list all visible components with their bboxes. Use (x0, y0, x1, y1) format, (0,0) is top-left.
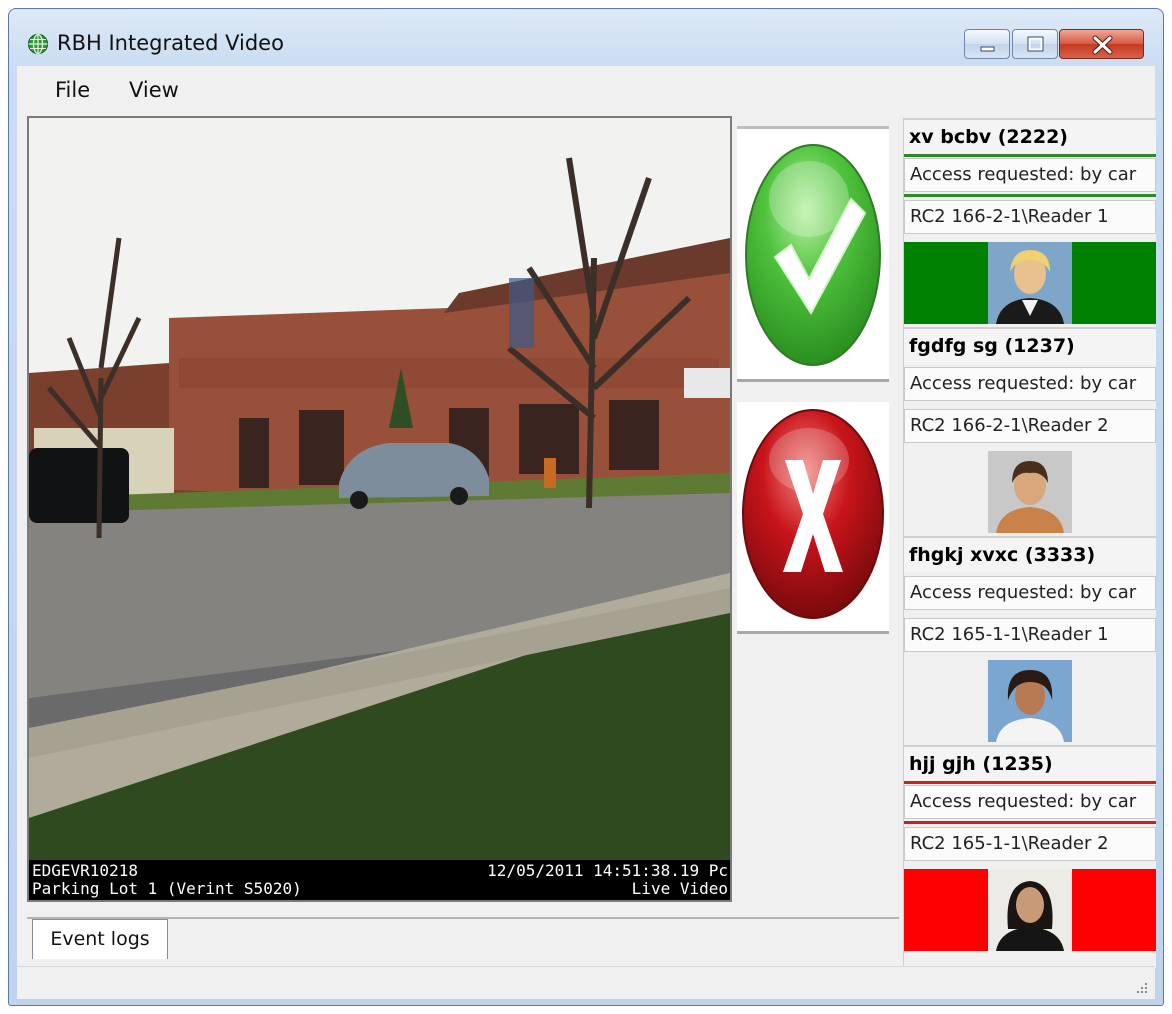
event-entry[interactable]: fgdfg sg (1237) Access requested: by car… (904, 327, 1156, 536)
live-video-label: Live Video (631, 879, 728, 898)
minimize-icon (980, 46, 995, 52)
tab-event-logs[interactable]: Event logs (32, 919, 168, 959)
reject-button[interactable] (737, 402, 889, 634)
access-request-text: Access requested: by car (904, 576, 1156, 610)
reader-name: RC2 165-1-1\Reader 1 (904, 618, 1156, 652)
window-title: RBH Integrated Video (57, 31, 284, 55)
decision-panel (737, 126, 889, 636)
cardholder-name: hjj gjh (1235) (904, 745, 1156, 781)
video-overlay: EDGEVR10218 Parking Lot 1 (Verint S5020)… (29, 860, 730, 900)
cardholder-photo (988, 660, 1072, 742)
cardholder-name: fhgkj xvxc (3333) (904, 536, 1156, 572)
status-line (904, 194, 1156, 197)
status-bar (17, 966, 1155, 999)
reader-name: RC2 166-2-1\Reader 2 (904, 409, 1156, 443)
access-request-text: Access requested: by car (904, 367, 1156, 401)
menu-file[interactable]: File (55, 78, 90, 102)
maximize-button[interactable] (1012, 29, 1058, 59)
close-icon (1092, 35, 1113, 55)
reader-name: RC2 165-1-1\Reader 2 (904, 827, 1156, 861)
checkmark-icon (745, 144, 881, 366)
event-entry[interactable]: fhgkj xvxc (3333) Access requested: by c… (904, 536, 1156, 745)
camera-feed-image (29, 118, 730, 860)
event-entry[interactable]: hjj gjh (1235) Access requested: by car … (904, 745, 1156, 954)
status-bar (904, 660, 1156, 742)
minimize-button[interactable] (964, 29, 1010, 59)
reader-name: RC2 166-2-1\Reader 1 (904, 200, 1156, 234)
status-bar (904, 451, 1156, 533)
resize-grip-icon[interactable] (1133, 979, 1149, 995)
status-bar-denied (904, 869, 1156, 951)
app-window: RBH Integrated Video File View EDGEVR102… (8, 8, 1164, 1006)
access-request-text: Access requested: by car (904, 785, 1156, 819)
title-bar[interactable]: RBH Integrated Video (9, 9, 1163, 69)
menu-bar: File View (17, 66, 1155, 114)
menu-view[interactable]: View (129, 78, 179, 102)
globe-icon (27, 33, 49, 55)
x-icon (742, 409, 884, 619)
maximize-icon (1027, 36, 1044, 52)
close-button[interactable] (1059, 29, 1144, 59)
cardholder-photo (988, 242, 1072, 324)
access-request-text: Access requested: by car (904, 158, 1156, 192)
cardholder-photo (988, 869, 1072, 951)
accept-button[interactable] (737, 126, 889, 382)
timestamp-label: 12/05/2011 14:51:38.19 Pc (487, 861, 728, 880)
event-feed[interactable]: xv bcbv (2222) Access requested: by car … (903, 118, 1156, 968)
status-bar-granted (904, 242, 1156, 324)
tab-strip: Event logs (27, 911, 899, 961)
status-line (904, 154, 1156, 157)
cardholder-name: fgdfg sg (1237) (904, 327, 1156, 363)
status-line (904, 781, 1156, 784)
video-panel[interactable]: EDGEVR10218 Parking Lot 1 (Verint S5020)… (27, 116, 732, 902)
camera-name-label: Parking Lot 1 (Verint S5020) (32, 879, 302, 898)
cardholder-photo (988, 451, 1072, 533)
device-id-label: EDGEVR10218 (32, 861, 138, 880)
client-area: File View EDGEVR10218 Parking Lot 1 (Ver… (17, 66, 1156, 999)
status-line (904, 821, 1156, 824)
event-entry[interactable]: xv bcbv (2222) Access requested: by car … (904, 118, 1156, 327)
cardholder-name: xv bcbv (2222) (904, 118, 1156, 154)
